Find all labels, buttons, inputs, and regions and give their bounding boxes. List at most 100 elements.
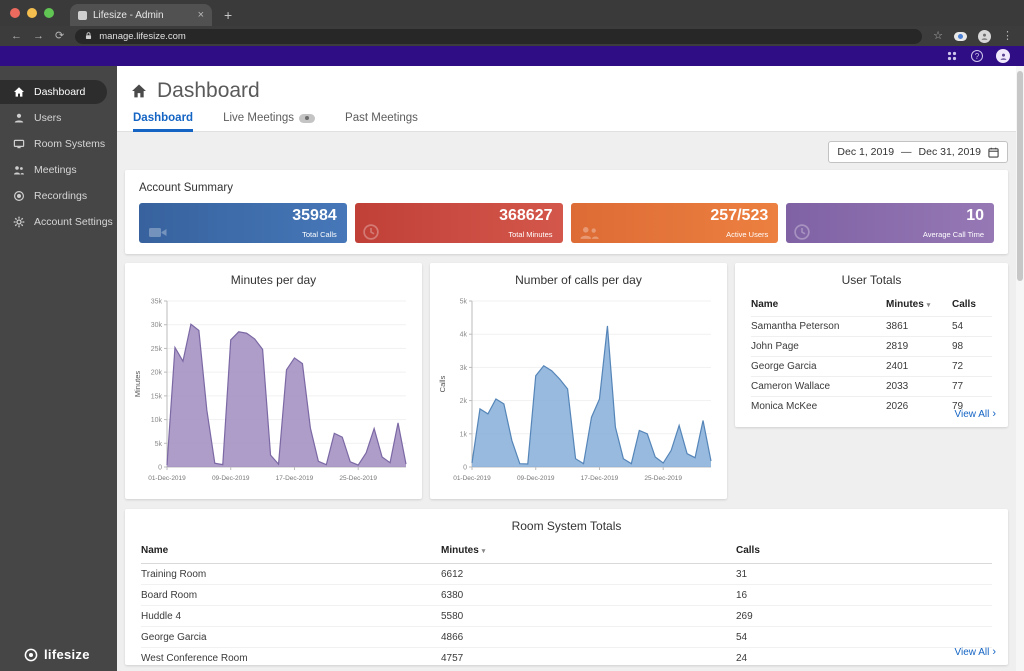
table-row: George Garcia 4866 54: [141, 627, 992, 648]
browser-tab-strip: Lifesize - Admin × +: [0, 0, 1024, 26]
tab-close-icon[interactable]: ×: [198, 10, 204, 21]
tab-label: Past Meetings: [345, 112, 418, 124]
cell-minutes: 6612: [441, 569, 736, 580]
extension-icon[interactable]: [954, 32, 967, 41]
room-totals-view-all-link[interactable]: View All ›: [954, 647, 996, 658]
date-range-picker[interactable]: Dec 1, 2019 — Dec 31, 2019: [828, 141, 1008, 163]
reload-icon[interactable]: ⟳: [55, 31, 64, 42]
new-tab-button[interactable]: +: [224, 8, 232, 22]
cell-calls: 269: [736, 611, 992, 622]
cell-name: Huddle 4: [141, 611, 441, 622]
bookmark-star-icon[interactable]: ☆: [933, 31, 943, 42]
cell-name: Cameron Wallace: [751, 381, 886, 392]
back-icon[interactable]: ←: [11, 31, 22, 42]
stat-tile-total-calls: 35984 Total Calls: [139, 203, 347, 243]
cell-minutes: 2819: [886, 341, 952, 352]
svg-text:01-Dec-2019: 01-Dec-2019: [453, 475, 491, 482]
user-totals-title: User Totals: [735, 273, 1008, 287]
users-icon: [579, 225, 599, 240]
gear-icon: [13, 216, 25, 228]
room-totals-title: Room System Totals: [125, 519, 1008, 533]
tab-dashboard[interactable]: Dashboard: [133, 112, 193, 132]
chevron-right-icon: ›: [992, 409, 996, 420]
stat-label: Active Users: [726, 230, 768, 239]
url-bar[interactable]: manage.lifesize.com: [75, 29, 922, 44]
col-header-name: Name: [751, 299, 886, 310]
sidebar-item-label: Recordings: [34, 190, 87, 202]
svg-text:Minutes: Minutes: [133, 371, 142, 398]
cell-calls: 77: [952, 381, 992, 392]
calls-per-day-chart: 01k2k3k4k5k01-Dec-201909-Dec-201917-Dec-…: [436, 293, 721, 493]
sidebar-item-account-settings[interactable]: Account Settings: [0, 210, 107, 234]
scrollbar-thumb[interactable]: [1017, 71, 1023, 281]
page-title: Dashboard: [157, 79, 260, 103]
table-row: Cameron Wallace 2033 77: [751, 376, 992, 396]
svg-text:25-Dec-2019: 25-Dec-2019: [644, 475, 682, 482]
page-scrollbar[interactable]: [1016, 66, 1024, 671]
minutes-per-day-chart: 05k10k15k20k25k30k35k01-Dec-201909-Dec-2…: [131, 293, 416, 493]
cell-calls: 54: [952, 321, 992, 332]
stat-label: Average Call Time: [923, 230, 984, 239]
col-header-name: Name: [141, 545, 441, 556]
page-tabs: Dashboard Live Meetings Past Meetings: [133, 112, 418, 132]
calls-per-day-card: Number of calls per day 01k2k3k4k5k01-De…: [430, 263, 727, 499]
user-totals-header: Name Minutes ▾ Calls: [751, 299, 992, 316]
account-avatar[interactable]: [996, 49, 1010, 63]
sidebar-item-users[interactable]: Users: [0, 106, 107, 130]
chevron-right-icon: ›: [992, 647, 996, 658]
table-row: Samantha Peterson 3861 54: [751, 316, 992, 336]
browser-profile-avatar[interactable]: [978, 30, 991, 43]
svg-text:25k: 25k: [151, 346, 163, 353]
window-minimize-button[interactable]: [27, 8, 37, 18]
window-zoom-button[interactable]: [44, 8, 54, 18]
lifesize-logo: lifesize: [24, 647, 90, 662]
chart-title: Minutes per day: [125, 273, 422, 287]
stat-value: 10: [966, 207, 984, 225]
tab-past-meetings[interactable]: Past Meetings: [345, 112, 418, 132]
sidebar-item-dashboard[interactable]: Dashboard: [0, 80, 107, 104]
browser-menu-icon[interactable]: ⋮: [1002, 31, 1013, 42]
svg-text:25-Dec-2019: 25-Dec-2019: [339, 475, 377, 482]
home-icon: [13, 86, 25, 98]
svg-text:35k: 35k: [151, 299, 163, 306]
table-row: Board Room 6380 16: [141, 585, 992, 606]
home-icon: [131, 83, 147, 99]
svg-text:5k: 5k: [155, 441, 163, 448]
sidebar-item-room-systems[interactable]: Room Systems: [0, 132, 107, 156]
sidebar-item-meetings[interactable]: Meetings: [0, 158, 107, 182]
user-totals-view-all-link[interactable]: View All ›: [954, 409, 996, 420]
dashboard-content: Dec 1, 2019 — Dec 31, 2019 Account Summa…: [117, 132, 1016, 671]
cell-calls: 72: [952, 361, 992, 372]
person-icon: [999, 52, 1008, 61]
account-summary-title: Account Summary: [139, 182, 1008, 194]
view-all-label: View All: [954, 647, 989, 658]
cell-minutes: 2033: [886, 381, 952, 392]
col-header-minutes[interactable]: Minutes ▾: [441, 545, 736, 556]
window-close-button[interactable]: [10, 8, 20, 18]
people-icon: [13, 164, 25, 176]
cell-name: George Garcia: [141, 632, 441, 643]
browser-tab[interactable]: Lifesize - Admin ×: [70, 4, 212, 26]
tab-label: Dashboard: [133, 112, 193, 124]
sidebar-item-label: Users: [34, 112, 61, 124]
apps-icon[interactable]: [946, 50, 958, 62]
col-header-minutes[interactable]: Minutes ▾: [886, 299, 952, 310]
site-favicon-icon: [78, 11, 87, 20]
tab-live-meetings[interactable]: Live Meetings: [223, 112, 315, 132]
cell-minutes: 6380: [441, 590, 736, 601]
tab-label: Live Meetings: [223, 112, 294, 124]
table-row: Training Room 6612 31: [141, 564, 992, 585]
cell-minutes: 4866: [441, 632, 736, 643]
table-row: George Garcia 2401 72: [751, 356, 992, 376]
svg-text:3k: 3k: [460, 365, 468, 372]
help-icon[interactable]: ?: [971, 50, 983, 62]
user-totals-card: User Totals Name Minutes ▾ Calls Samanth…: [735, 263, 1008, 427]
view-all-label: View All: [954, 409, 989, 420]
sidebar-item-recordings[interactable]: Recordings: [0, 184, 107, 208]
chart-title: Number of calls per day: [430, 273, 727, 287]
sidebar: Dashboard Users Room Systems Meetings: [0, 66, 117, 671]
browser-nav-bar: ← → ⟳ manage.lifesize.com ☆ ⋮: [0, 26, 1024, 46]
calendar-icon[interactable]: [988, 147, 999, 158]
lifesize-logo-text: lifesize: [44, 647, 90, 662]
forward-icon[interactable]: →: [33, 31, 44, 42]
